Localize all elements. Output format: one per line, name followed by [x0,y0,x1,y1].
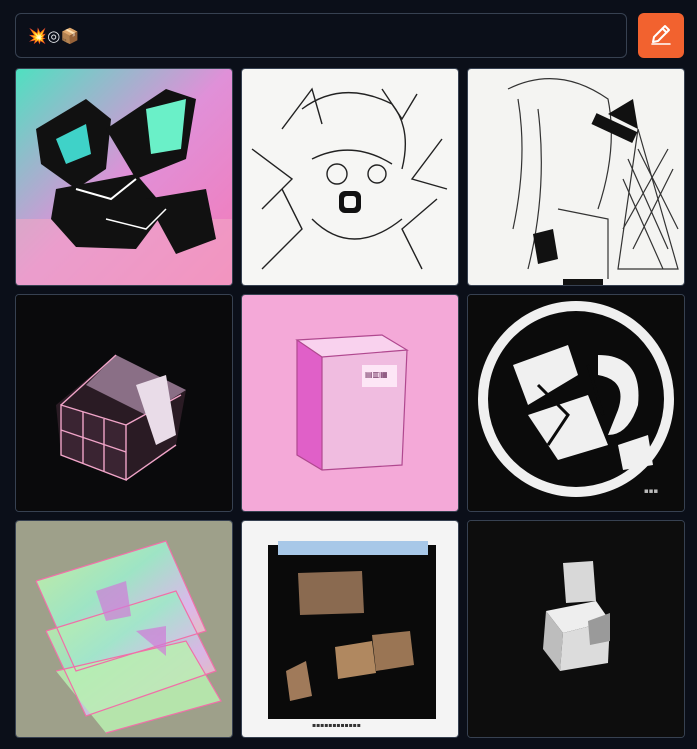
svg-text:▤▥▦: ▤▥▦ [365,370,388,379]
prompt-input[interactable]: 💥◎📦 [15,13,627,58]
gallery-image-8[interactable]: ▪▪▪▪▪▪▪▪▪▪▪▪ [241,520,459,738]
pencil-icon [649,22,673,49]
gallery-image-4[interactable] [15,294,233,512]
svg-text:▪▪▪: ▪▪▪ [644,487,658,495]
edit-button[interactable] [638,13,684,58]
prompt-text: 💥◎📦 [28,26,80,45]
svg-text:▪▪▪▪▪▪▪▪▪▪▪▪: ▪▪▪▪▪▪▪▪▪▪▪▪ [312,722,361,729]
gallery-image-1[interactable] [15,68,233,286]
image-gallery: ▤▥▦ ▪▪▪ ▪▪▪▪▪▪▪▪▪▪▪▪ [15,68,685,738]
gallery-image-9[interactable] [467,520,685,738]
gallery-image-6[interactable]: ▪▪▪ [467,294,685,512]
gallery-image-3[interactable] [467,68,685,286]
gallery-image-7[interactable] [15,520,233,738]
gallery-image-2[interactable] [241,68,459,286]
gallery-image-5[interactable]: ▤▥▦ [241,294,459,512]
